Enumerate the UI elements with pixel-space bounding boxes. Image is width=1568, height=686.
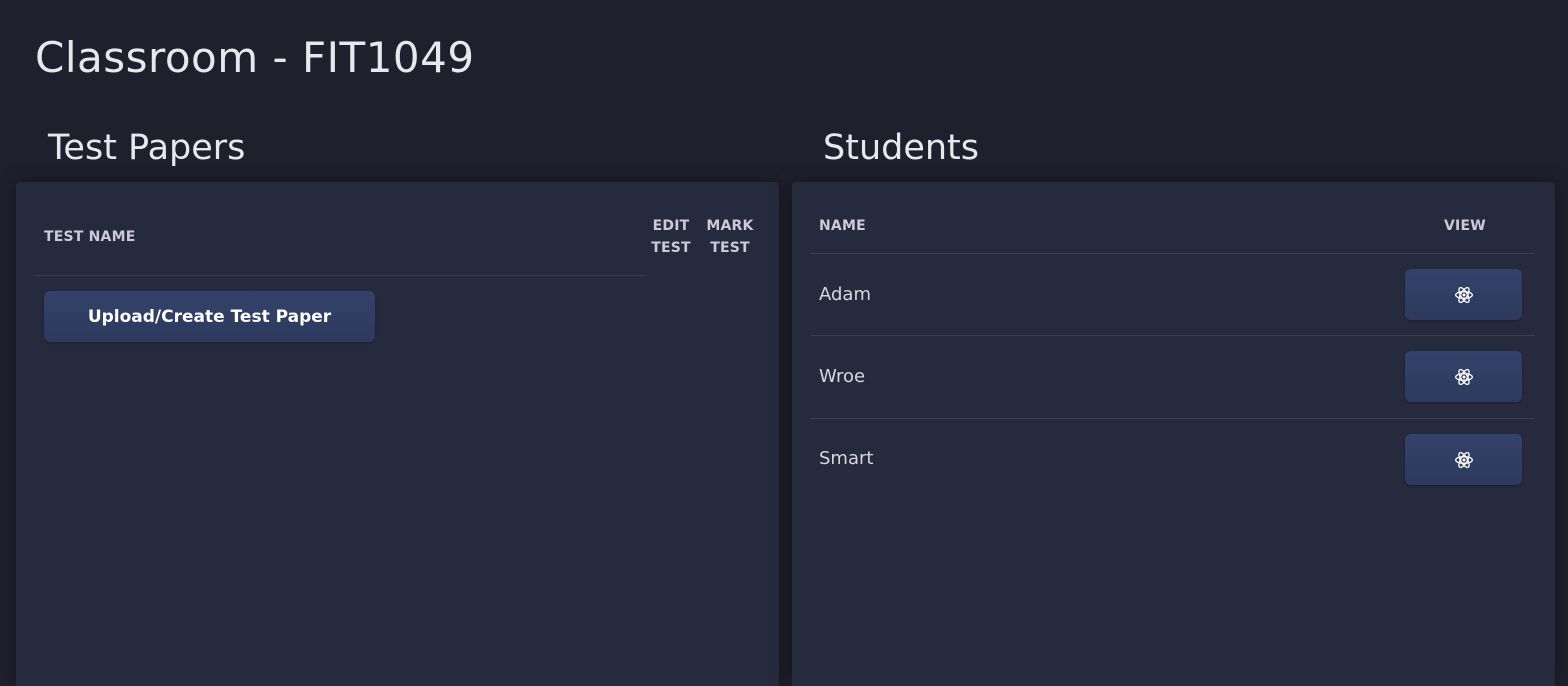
students-header-divider (811, 253, 1535, 254)
view-student-button[interactable] (1405, 351, 1522, 402)
view-student-button[interactable] (1405, 434, 1522, 485)
student-row-divider (811, 418, 1535, 419)
mark-test-header: MARK TEST (702, 215, 758, 259)
view-student-button[interactable] (1405, 269, 1522, 320)
atom-icon (1454, 450, 1474, 470)
view-header: VIEW (1444, 218, 1486, 234)
test-name-header: TEST NAME (44, 229, 136, 245)
test-papers-title: Test Papers (48, 128, 246, 168)
mark-test-header-line-1: MARK (706, 218, 754, 234)
atom-icon (1454, 285, 1474, 305)
name-header: NAME (819, 218, 866, 234)
students-panel: NAME VIEW Adam Wroe Smart (792, 182, 1555, 686)
student-name: Adam (819, 284, 871, 305)
atom-icon (1454, 367, 1474, 387)
edit-test-header: EDIT TEST (648, 215, 694, 259)
mark-test-header-line-2: TEST (710, 240, 750, 256)
student-row-divider (811, 335, 1535, 336)
students-title: Students (823, 128, 980, 168)
edit-test-header-line-2: TEST (651, 240, 691, 256)
edit-test-header-line-1: EDIT (652, 218, 690, 234)
test-table-header-divider (35, 275, 645, 276)
student-name: Wroe (819, 366, 866, 387)
upload-create-test-paper-button[interactable]: Upload/Create Test Paper (44, 291, 375, 342)
test-papers-panel: TEST NAME EDIT TEST MARK TEST Upload/Cre… (16, 182, 779, 686)
page-title: Classroom - FIT1049 (35, 33, 475, 82)
student-name: Smart (819, 448, 874, 469)
